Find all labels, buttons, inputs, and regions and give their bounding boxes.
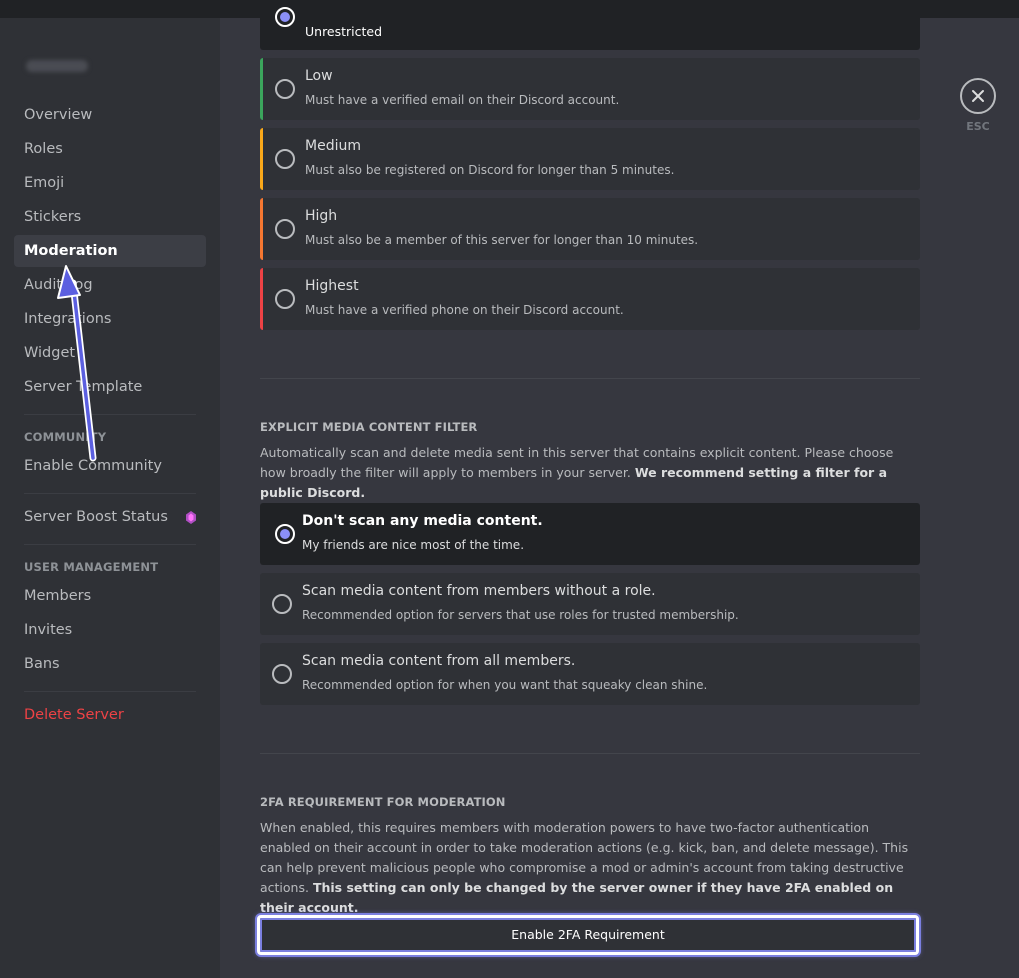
option-description: Must also be a member of this server for… <box>305 233 699 247</box>
option-description: My friends are nice most of the time. <box>302 538 525 552</box>
option-description: Recommended option for servers that use … <box>302 608 739 622</box>
sidebar-item-server-template[interactable]: Server Template <box>14 371 206 403</box>
sidebar-item-enable-community[interactable]: Enable Community <box>14 450 206 482</box>
sidebar-item-bans[interactable]: Bans <box>14 648 206 680</box>
close-button[interactable] <box>960 78 996 114</box>
close-icon <box>972 90 984 102</box>
section-divider <box>260 378 920 379</box>
sidebar-item-invites[interactable]: Invites <box>14 614 206 646</box>
server-name-blurred <box>26 60 88 72</box>
sidebar-item-label: Server Boost Status <box>24 509 168 525</box>
radio-button[interactable] <box>275 149 295 169</box>
option-title: Low <box>305 68 333 84</box>
enable-2fa-button[interactable]: Enable 2FA Requirement <box>257 915 919 955</box>
close-settings[interactable]: ESC <box>960 78 996 133</box>
radio-button-checked[interactable] <box>275 524 295 544</box>
sidebar-divider <box>24 691 196 692</box>
option-description: Must also be registered on Discord for l… <box>305 163 675 177</box>
option-description: Unrestricted <box>305 24 383 39</box>
option-description: Must have a verified email on their Disc… <box>305 93 620 107</box>
option-title: High <box>305 208 338 224</box>
verification-option-low[interactable]: Low Must have a verified email on their … <box>260 58 920 120</box>
sidebar-item-roles[interactable]: Roles <box>14 133 206 165</box>
radio-button[interactable] <box>272 594 292 614</box>
option-title: Don't scan any media content. <box>302 513 543 529</box>
sidebar-divider <box>24 544 196 545</box>
option-description: Recommended option for when you want tha… <box>302 678 708 692</box>
twofa-description: When enabled, this requires members with… <box>260 818 920 918</box>
description-bold-text: This setting can only be changed by the … <box>260 880 894 915</box>
radio-button-checked[interactable] <box>275 7 295 27</box>
sidebar-item-overview[interactable]: Overview <box>14 99 206 131</box>
sidebar-header-community: COMMUNITY <box>24 430 107 444</box>
option-description: Must have a verified phone on their Disc… <box>305 303 624 317</box>
sidebar-divider <box>24 493 196 494</box>
option-title: Highest <box>305 278 359 294</box>
verification-option-medium[interactable]: Medium Must also be registered on Discor… <box>260 128 920 190</box>
section-divider <box>260 753 920 754</box>
option-title: Scan media content from all members. <box>302 653 576 669</box>
radio-button[interactable] <box>272 664 292 684</box>
sidebar-header-user-management: USER MANAGEMENT <box>24 560 159 574</box>
explicit-filter-description: Automatically scan and delete media sent… <box>260 443 920 503</box>
explicit-filter-title: EXPLICIT MEDIA CONTENT FILTER <box>260 420 478 434</box>
verification-option-none[interactable]: Unrestricted <box>260 0 920 50</box>
sidebar-item-moderation[interactable]: Moderation <box>14 235 206 267</box>
option-title: Scan media content from members without … <box>302 583 656 599</box>
radio-button[interactable] <box>275 79 295 99</box>
sidebar-item-audit-log[interactable]: Audit Log <box>14 269 206 301</box>
sidebar-item-server-boost-status[interactable]: Server Boost Status <box>14 501 206 533</box>
filter-option-scan-without-role[interactable]: Scan media content from members without … <box>260 573 920 635</box>
sidebar-item-members[interactable]: Members <box>14 580 206 612</box>
sidebar-item-widget[interactable]: Widget <box>14 337 206 369</box>
twofa-title: 2FA REQUIREMENT FOR MODERATION <box>260 795 506 809</box>
sidebar-item-delete-server[interactable]: Delete Server <box>14 699 206 731</box>
level-color-bar <box>260 58 263 120</box>
verification-option-high[interactable]: High Must also be a member of this serve… <box>260 198 920 260</box>
radio-button[interactable] <box>275 289 295 309</box>
filter-option-dont-scan[interactable]: Don't scan any media content. My friends… <box>260 503 920 565</box>
filter-option-scan-all[interactable]: Scan media content from all members. Rec… <box>260 643 920 705</box>
sidebar-item-integrations[interactable]: Integrations <box>14 303 206 335</box>
level-color-bar <box>260 268 263 330</box>
verification-option-highest[interactable]: Highest Must have a verified phone on th… <box>260 268 920 330</box>
esc-label: ESC <box>966 120 990 133</box>
level-color-bar <box>260 128 263 190</box>
sidebar-divider <box>24 414 196 415</box>
sidebar-item-emoji[interactable]: Emoji <box>14 167 206 199</box>
radio-button[interactable] <box>275 219 295 239</box>
sidebar-item-stickers[interactable]: Stickers <box>14 201 206 233</box>
boost-gem-icon <box>186 511 196 524</box>
level-color-bar <box>260 198 263 260</box>
option-title: Medium <box>305 138 361 154</box>
